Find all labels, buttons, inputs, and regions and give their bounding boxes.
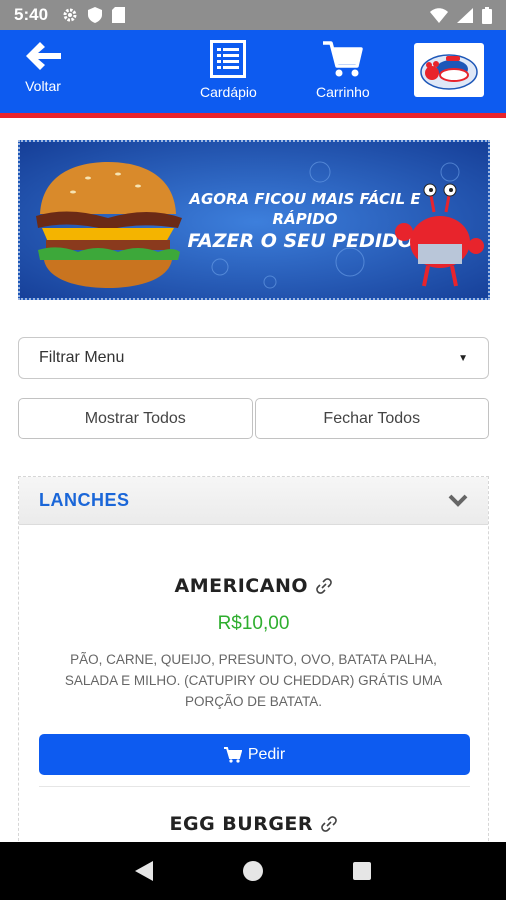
menu-button[interactable]: Cardápio [200,40,257,100]
status-time: 5:40 [14,5,49,24]
filter-menu-select[interactable]: Filtrar Menu ▼ [18,337,489,379]
system-nav-bar [0,842,506,900]
promo-banner: AGORA FICOU MAIS FÁCIL E RÁPIDO FAZER O … [18,140,490,300]
battery-icon [482,6,492,24]
back-label: Voltar [25,78,61,94]
section-panel: LANCHES AMERICANO R$10,00 PÃO, CARNE, QU… [18,476,489,846]
link-icon[interactable] [321,816,338,832]
status-bar: 5:40 [0,0,506,30]
item-price: R$10,00 [217,613,290,634]
banner-line-2: FAZER O SEU PEDIDO! [187,230,423,252]
cart-icon [322,41,363,77]
item-name: EGG BURGER [169,813,314,835]
item-title-row: AMERICANO [19,575,488,597]
burger-icon [36,162,182,288]
signal-icon [457,7,473,23]
chevron-down-icon[interactable] [448,494,468,508]
expand-collapse-buttons: Mostrar Todos Fechar Todos [18,398,489,439]
show-all-button[interactable]: Mostrar Todos [18,398,253,439]
back-button[interactable]: Voltar [24,40,62,94]
arrow-left-icon [26,42,61,70]
menu-list-icon [210,40,247,78]
link-icon[interactable] [316,578,333,594]
gear-icon [63,8,77,22]
item-name: AMERICANO [174,575,309,597]
crab-mascot-icon [395,183,484,287]
restaurant-logo[interactable] [414,43,484,97]
crab-logo-icon [420,54,478,90]
back-triangle-icon[interactable] [134,860,154,882]
cart-label: Carrinho [316,84,370,100]
item-divider [39,786,470,787]
banner-text: AGORA FICOU MAIS FÁCIL E RÁPIDO FAZER O … [180,190,430,254]
order-button[interactable]: Pedir [39,734,470,775]
dropdown-arrow-icon: ▼ [458,352,468,364]
shield-icon [88,7,103,23]
cart-icon [223,746,242,763]
home-circle-icon[interactable] [242,860,264,882]
filter-selected-value: Filtrar Menu [39,349,125,366]
close-all-button[interactable]: Fechar Todos [254,398,489,439]
cart-button[interactable]: Carrinho [316,40,370,100]
menu-item: EGG BURGER [19,813,488,835]
app-bar: Voltar Cardápio Carrinho [0,30,506,118]
menu-item: AMERICANO R$10,00 PÃO, CARNE, QUEIJO, PR… [19,575,488,712]
item-description: PÃO, CARNE, QUEIJO, PRESUNTO, OVO, BATAT… [64,652,443,709]
menu-label: Cardápio [200,84,257,100]
sd-card-icon [112,7,126,23]
order-button-label: Pedir [247,745,286,763]
section-title: LANCHES [39,490,130,510]
recents-square-icon[interactable] [352,861,372,881]
section-header[interactable]: LANCHES [19,477,488,525]
banner-line-1: AGORA FICOU MAIS FÁCIL E RÁPIDO [189,190,421,228]
wifi-icon [430,7,448,23]
